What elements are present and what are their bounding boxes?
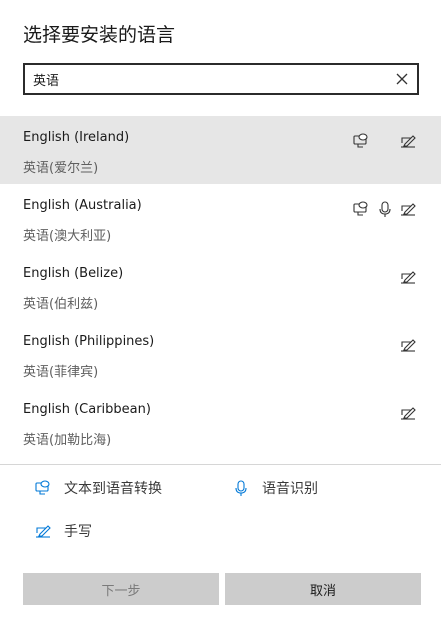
handwriting-icon [399, 404, 417, 422]
language-native-name: 英语(伯利兹) [23, 297, 99, 312]
language-row-english-philippines[interactable]: English (Philippines) 英语(菲律宾) [0, 320, 441, 388]
language-name: English (Philippines) [23, 334, 155, 349]
microphone-icon [376, 200, 394, 218]
divider [0, 464, 441, 465]
text-to-speech-icon [33, 478, 53, 498]
legend-label: 语音识别 [262, 481, 318, 497]
dialog-title: 选择要安装的语言 [23, 24, 176, 46]
language-row-english-australia[interactable]: English (Australia) 英语(澳大利亚) [0, 184, 441, 252]
handwriting-icon [399, 336, 417, 354]
legend-label: 手写 [64, 524, 92, 540]
language-list: English (Ireland) 英语(爱尔兰) English (Austr… [0, 116, 441, 464]
language-name: English (Ireland) [23, 130, 130, 145]
language-row-english-ireland[interactable]: English (Ireland) 英语(爱尔兰) [0, 116, 441, 184]
language-name: English (Australia) [23, 198, 142, 213]
search-box[interactable] [23, 63, 419, 95]
language-native-name: 英语(菲律宾) [23, 365, 99, 380]
language-native-name: 英语(加勒比海) [23, 433, 112, 448]
legend-speech-recognition: 语音识别 [231, 478, 318, 498]
microphone-icon [231, 478, 251, 498]
next-button[interactable]: 下一步 [23, 573, 219, 605]
legend-text-to-speech: 文本到语音转换 [33, 478, 162, 498]
handwriting-icon [399, 268, 417, 286]
search-input[interactable] [33, 68, 383, 90]
language-row-english-caribbean[interactable]: English (Caribbean) 英语(加勒比海) [0, 388, 441, 456]
handwriting-icon [33, 521, 53, 541]
legend-label: 文本到语音转换 [64, 481, 162, 497]
language-native-name: 英语(爱尔兰) [23, 161, 99, 176]
language-row-english-belize[interactable]: English (Belize) 英语(伯利兹) [0, 252, 441, 320]
close-icon[interactable] [393, 70, 411, 88]
language-name: English (Caribbean) [23, 402, 151, 417]
language-native-name: 英语(澳大利亚) [23, 229, 112, 244]
text-to-speech-icon [352, 200, 370, 218]
language-name: English (Belize) [23, 266, 124, 281]
handwriting-icon [399, 200, 417, 218]
handwriting-icon [399, 132, 417, 150]
cancel-button[interactable]: 取消 [225, 573, 421, 605]
legend-handwriting: 手写 [33, 521, 92, 541]
text-to-speech-icon [352, 132, 370, 150]
